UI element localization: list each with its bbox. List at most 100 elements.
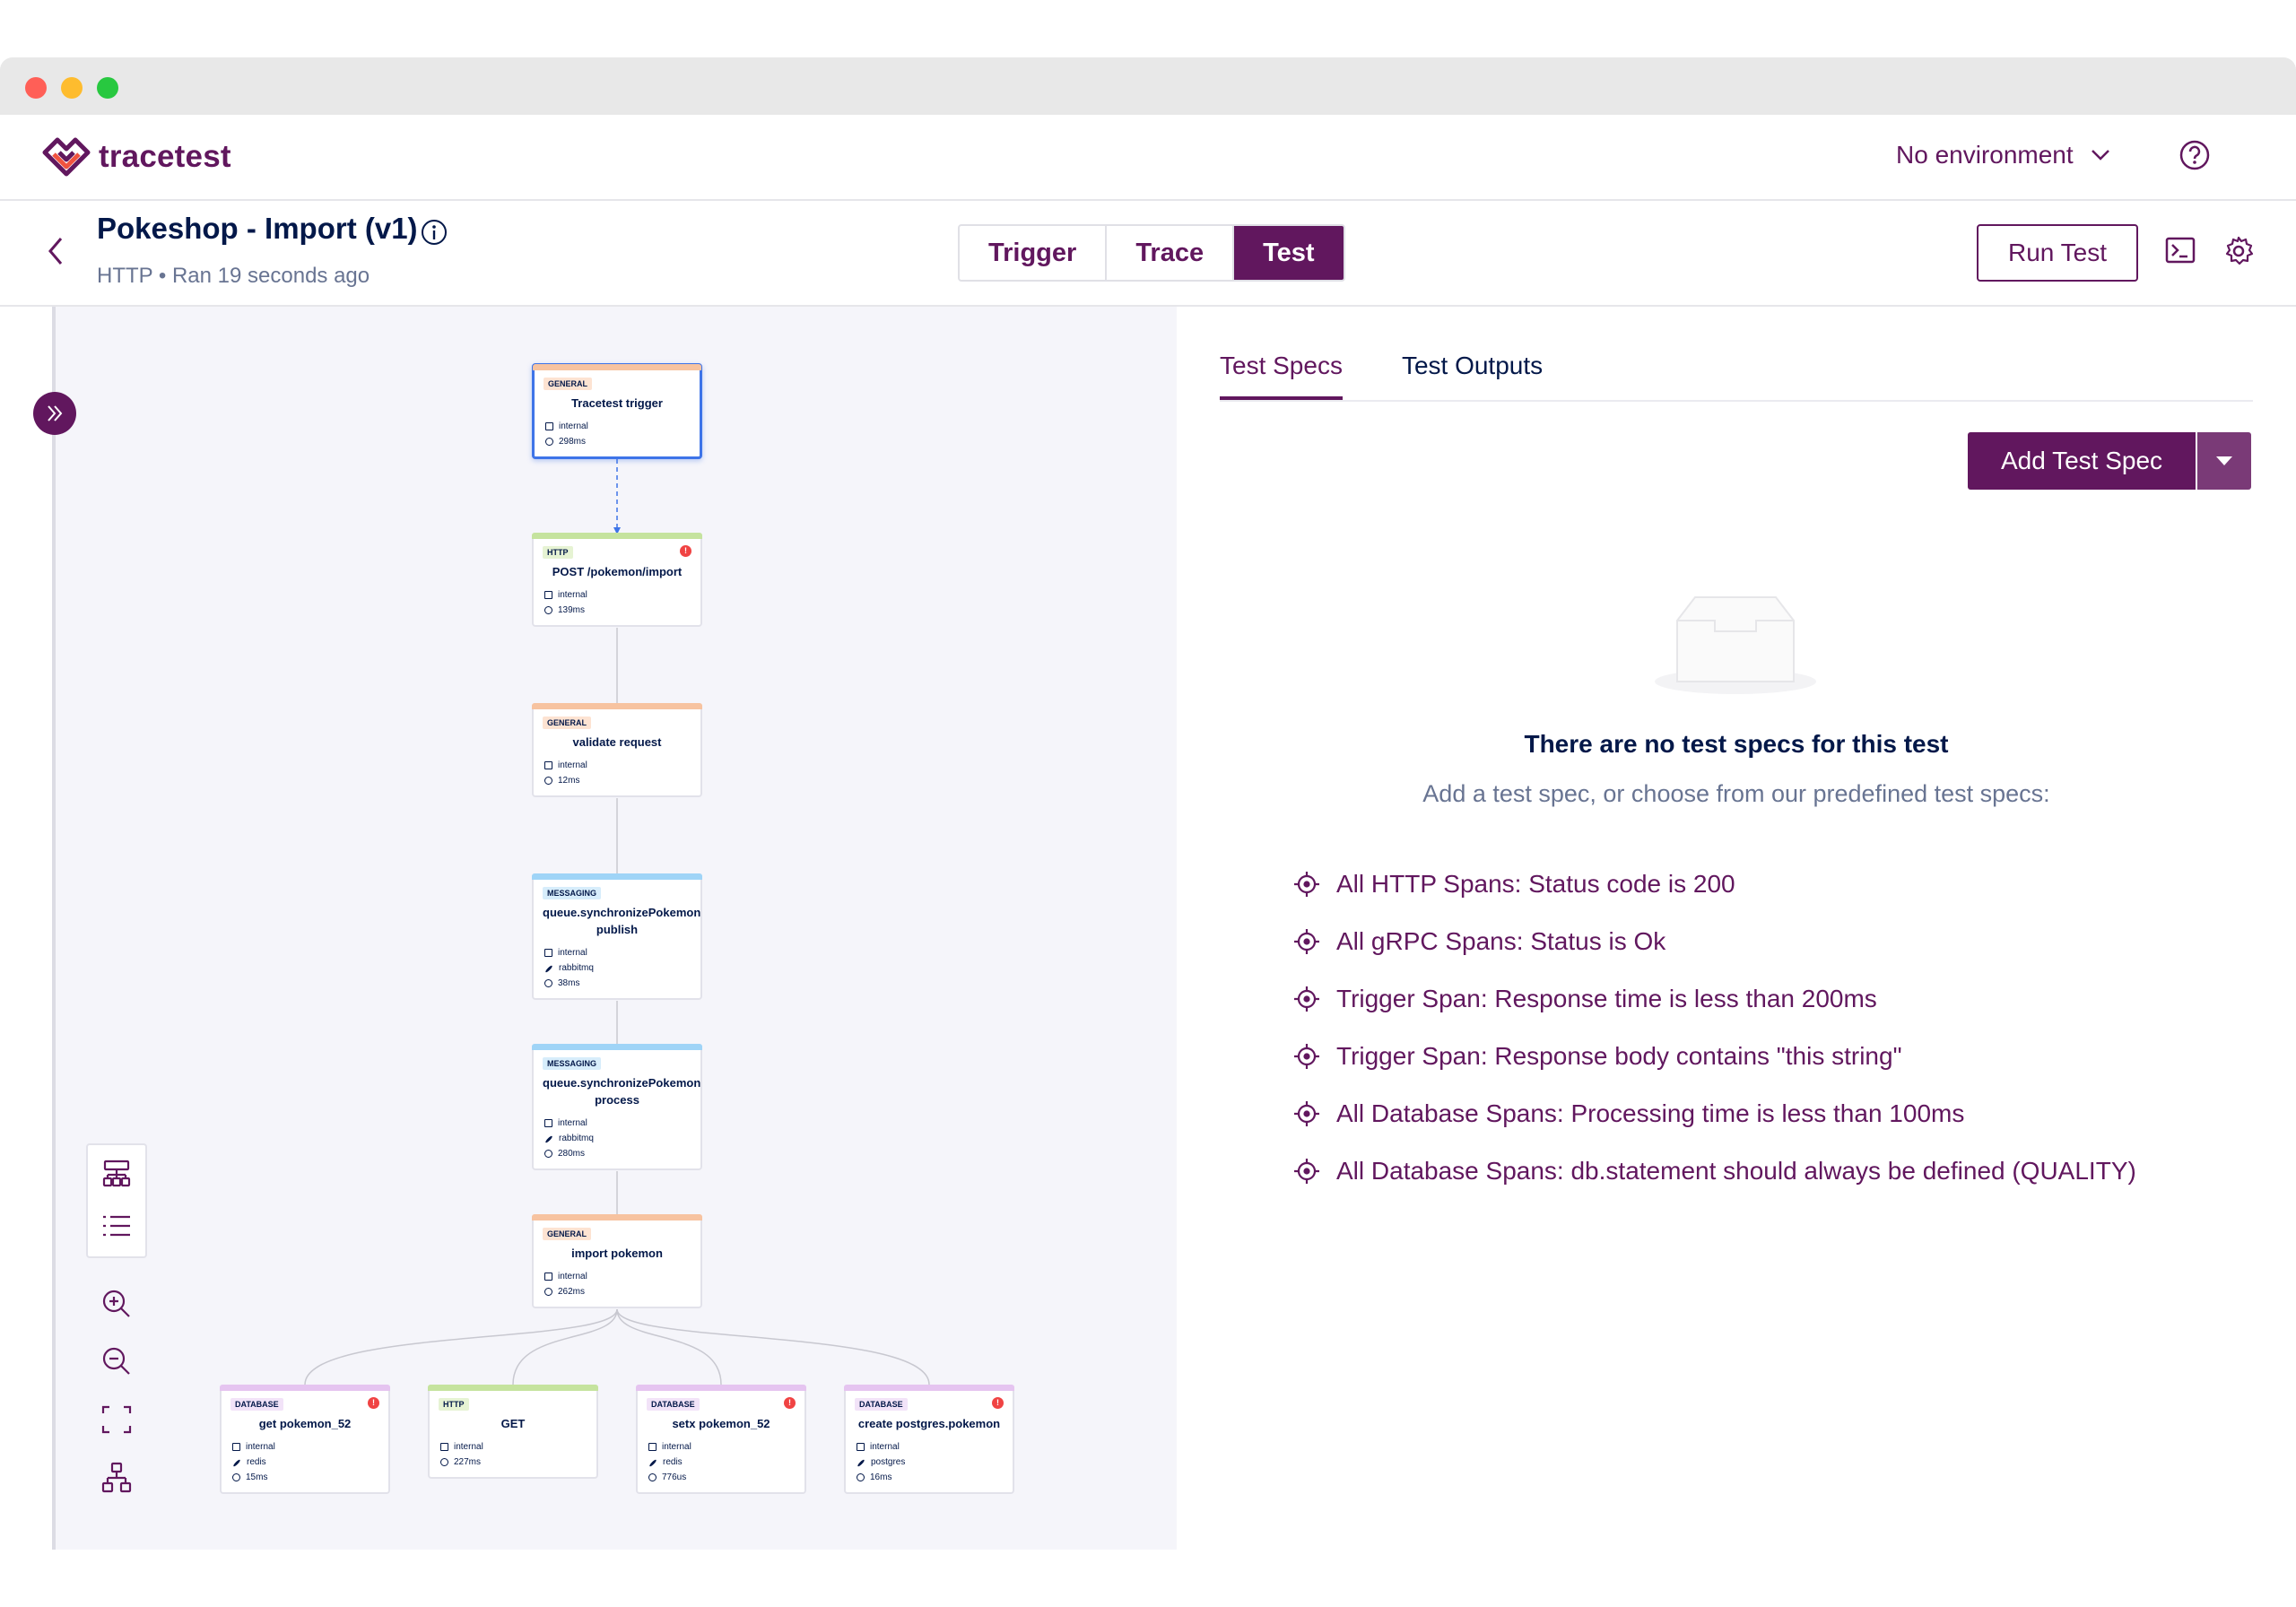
tabs-divider xyxy=(1220,400,2253,402)
service-icon xyxy=(232,1443,240,1451)
error-icon: ! xyxy=(784,1397,796,1409)
right-panel-tabs: Test Specs Test Outputs xyxy=(1220,352,1602,400)
span-duration: 38ms xyxy=(558,978,580,988)
span-name: Tracetest trigger xyxy=(571,396,663,410)
pen-icon xyxy=(857,1458,865,1468)
span-name: POST /pokemon/import xyxy=(552,565,683,578)
test-subtitle: HTTP • Ran 19 seconds ago xyxy=(97,264,370,288)
chevron-down-icon xyxy=(2091,150,2109,161)
back-arrow-icon[interactable] xyxy=(45,235,66,267)
diagram-view-icon[interactable] xyxy=(101,1159,132,1189)
window-maximize-button[interactable] xyxy=(97,77,118,99)
add-test-spec-dropdown[interactable] xyxy=(2197,432,2251,490)
span-type-badge: DATABASE xyxy=(855,1398,908,1411)
predefined-spec-label: Trigger Span: Response time is less than… xyxy=(1336,985,1877,1012)
pen-icon xyxy=(544,1134,553,1144)
trace-node-import-pokemon[interactable]: GENERAL import pokemon internal 262ms xyxy=(532,1214,702,1308)
window-close-button[interactable] xyxy=(25,77,47,99)
tab-test-outputs[interactable]: Test Outputs xyxy=(1402,352,1543,400)
zoom-out-icon[interactable] xyxy=(100,1345,133,1377)
span-name: queue.synchronizePokemon publish xyxy=(543,906,701,936)
empty-state-subtitle: Add a test spec, or choose from our pred… xyxy=(1422,780,2050,807)
zoom-in-icon[interactable] xyxy=(100,1288,133,1320)
tab-trace[interactable]: Trace xyxy=(1107,226,1235,280)
add-test-spec-button[interactable]: Add Test Spec xyxy=(1968,432,2196,490)
terminal-icon[interactable] xyxy=(2165,237,2196,264)
trace-node-get-pokemon[interactable]: ! DATABASE get pokemon_52 internal redis… xyxy=(220,1385,390,1494)
error-icon: ! xyxy=(992,1397,1004,1409)
service-icon xyxy=(544,761,552,769)
trace-node-validate-request[interactable]: GENERAL validate request internal 12ms xyxy=(532,703,702,797)
list-view-icon[interactable] xyxy=(101,1212,132,1239)
span-type-badge: MESSAGING xyxy=(543,1057,602,1070)
span-name: import pokemon xyxy=(571,1247,663,1260)
span-service: internal xyxy=(558,948,587,958)
predefined-spec-item[interactable]: All Database Spans: Processing time is l… xyxy=(1293,1085,2136,1142)
span-service: internal xyxy=(870,1442,900,1452)
gear-icon[interactable] xyxy=(2222,235,2255,267)
empty-state-title: There are no test specs for this test xyxy=(1524,730,1949,758)
trace-node-post-pokemon-import[interactable]: ! HTTP POST /pokemon/import internal 139… xyxy=(532,533,702,627)
span-duration: 16ms xyxy=(870,1472,892,1482)
tab-trigger[interactable]: Trigger xyxy=(960,226,1108,280)
trace-node-tracetest-trigger[interactable]: GENERAL Tracetest trigger internal 298ms xyxy=(532,363,702,459)
span-service: internal xyxy=(558,760,587,770)
auto-layout-icon[interactable] xyxy=(100,1462,133,1494)
target-icon xyxy=(1294,929,1319,954)
span-system: rabbitmq xyxy=(559,963,594,973)
predefined-spec-item[interactable]: All Database Spans: db.statement should … xyxy=(1293,1142,2136,1200)
span-service: internal xyxy=(454,1442,483,1452)
trace-node-queue-process[interactable]: MESSAGING queue.synchronizePokemon proce… xyxy=(532,1044,702,1170)
error-icon: ! xyxy=(680,545,691,557)
help-icon[interactable] xyxy=(2178,138,2212,172)
sidebar-divider xyxy=(52,307,56,1550)
run-test-button[interactable]: Run Test xyxy=(1977,224,2138,282)
span-type-badge: GENERAL xyxy=(543,1228,592,1240)
expand-sidebar-button[interactable] xyxy=(33,392,76,435)
predefined-spec-item[interactable]: Trigger Span: Response time is less than… xyxy=(1293,970,2136,1028)
clock-icon xyxy=(544,1288,552,1296)
clock-icon xyxy=(544,606,552,614)
info-icon[interactable] xyxy=(420,218,448,247)
service-icon xyxy=(648,1443,657,1451)
span-system: rabbitmq xyxy=(559,1134,594,1143)
span-duration: 12ms xyxy=(558,776,580,786)
target-icon xyxy=(1294,986,1319,1012)
trace-node-http-get[interactable]: HTTP GET internal 227ms xyxy=(428,1385,598,1479)
span-duration: 298ms xyxy=(559,437,587,447)
empty-inbox-icon xyxy=(1655,596,1816,694)
window-minimize-button[interactable] xyxy=(61,77,83,99)
trace-node-queue-publish[interactable]: MESSAGING queue.synchronizePokemon publi… xyxy=(532,873,702,1000)
predefined-spec-label: All HTTP Spans: Status code is 200 xyxy=(1336,870,1735,898)
target-icon xyxy=(1294,1159,1319,1184)
predefined-spec-item[interactable]: All gRPC Spans: Status is Ok xyxy=(1293,913,2136,970)
span-service: internal xyxy=(558,1272,587,1281)
predefined-spec-label: Trigger Span: Response body contains "th… xyxy=(1336,1042,1902,1070)
predefined-spec-item[interactable]: Trigger Span: Response body contains "th… xyxy=(1293,1028,2136,1085)
fit-view-icon[interactable] xyxy=(100,1404,133,1435)
predefined-spec-item[interactable]: All HTTP Spans: Status code is 200 xyxy=(1293,856,2136,913)
clock-icon xyxy=(544,979,552,987)
service-icon xyxy=(545,422,553,430)
tab-test[interactable]: Test xyxy=(1234,226,1344,280)
span-type-badge: DATABASE xyxy=(647,1398,700,1411)
app-logo[interactable]: tracetest xyxy=(41,135,231,179)
predefined-spec-label: All Database Spans: db.statement should … xyxy=(1336,1157,2136,1185)
double-chevron-right-icon xyxy=(48,405,63,421)
mode-switcher: Trigger Trace Test xyxy=(958,224,1345,282)
target-icon xyxy=(1294,1101,1319,1126)
environment-selector[interactable]: No environment xyxy=(1896,141,2111,169)
trace-node-setx-pokemon[interactable]: ! DATABASE setx pokemon_52 internal redi… xyxy=(636,1385,806,1494)
span-name: create postgres.pokemon xyxy=(857,1417,1001,1430)
tracetest-logo-icon xyxy=(42,137,91,177)
service-icon xyxy=(440,1443,448,1451)
trace-node-create-postgres-pokemon[interactable]: ! DATABASE create postgres.pokemon inter… xyxy=(844,1385,1014,1494)
span-service: internal xyxy=(246,1442,275,1452)
service-icon xyxy=(857,1443,865,1451)
tab-test-specs[interactable]: Test Specs xyxy=(1220,352,1343,400)
target-icon xyxy=(1294,872,1319,897)
span-type-badge: MESSAGING xyxy=(543,887,602,899)
span-type-badge: GENERAL xyxy=(544,378,593,390)
span-service: internal xyxy=(558,1118,587,1128)
span-service: internal xyxy=(662,1442,691,1452)
